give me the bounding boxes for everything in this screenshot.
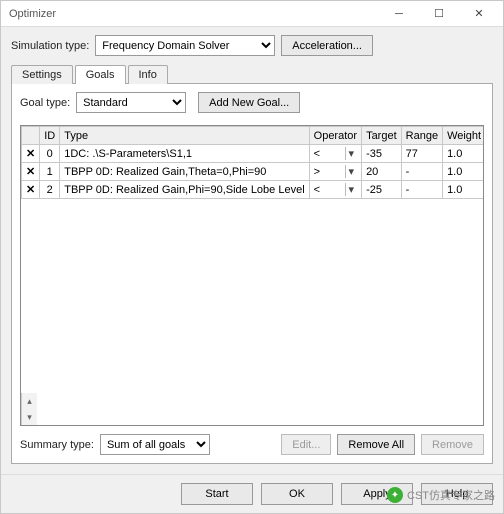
optimizer-window: Optimizer ─ ☐ ✕ Simulation type: Frequen…: [0, 0, 504, 514]
dialog-button-row: Start OK Apply Help: [1, 474, 503, 513]
row-id[interactable]: 2: [40, 181, 60, 199]
start-button[interactable]: Start: [181, 483, 253, 505]
col-range[interactable]: Range: [401, 127, 442, 145]
chevron-down-icon[interactable]: ▾: [345, 183, 358, 196]
col-operator[interactable]: Operator: [309, 127, 361, 145]
ok-button[interactable]: OK: [261, 483, 333, 505]
row-weight[interactable]: 1.0: [443, 145, 484, 163]
operator-value: <: [314, 184, 320, 196]
row-range[interactable]: -: [401, 163, 442, 181]
row-target[interactable]: -35: [362, 145, 402, 163]
table-scrollbar[interactable]: ▴ ▾: [21, 393, 37, 425]
goals-table-container: ID Type Operator Target Range Weight ✕01…: [20, 125, 484, 426]
row-target[interactable]: -25: [362, 181, 402, 199]
goal-type-row: Goal type: Standard Add New Goal...: [20, 92, 484, 113]
col-type[interactable]: Type: [60, 127, 309, 145]
check-icon: ✕: [26, 148, 35, 160]
row-checkbox[interactable]: ✕: [22, 163, 40, 181]
simulation-type-select[interactable]: Frequency Domain Solver: [95, 35, 275, 56]
row-operator[interactable]: >▾: [309, 163, 361, 181]
table-row[interactable]: ✕ 2TBPP 0D: Realized Gain,Phi=90,Side Lob…: [22, 181, 485, 199]
check-icon: ✕: [26, 184, 35, 196]
row-checkbox[interactable]: ✕: [22, 145, 40, 163]
row-target[interactable]: 20: [362, 163, 402, 181]
tab-goals[interactable]: Goals: [75, 65, 126, 84]
window-body: Simulation type: Frequency Domain Solver…: [1, 27, 503, 474]
row-checkbox[interactable]: ✕: [22, 181, 40, 199]
col-id[interactable]: ID: [40, 127, 60, 145]
row-operator[interactable]: <▾: [309, 145, 361, 163]
maximize-button[interactable]: ☐: [419, 1, 459, 26]
apply-button[interactable]: Apply: [341, 483, 413, 505]
tab-settings[interactable]: Settings: [11, 65, 73, 84]
row-type[interactable]: TBPP 0D: Realized Gain,Phi=90,Side Lobe …: [60, 181, 309, 199]
check-icon: ✕: [26, 166, 35, 178]
goals-table-main: ID Type Operator Target Range Weight ✕01…: [21, 126, 483, 393]
simulation-type-label: Simulation type:: [11, 40, 89, 52]
row-weight[interactable]: 1.0: [443, 181, 484, 199]
col-target[interactable]: Target: [362, 127, 402, 145]
remove-all-button[interactable]: Remove All: [337, 434, 415, 455]
operator-value: <: [314, 148, 320, 160]
acceleration-button[interactable]: Acceleration...: [281, 35, 373, 56]
edit-button[interactable]: Edit...: [281, 434, 331, 455]
summary-type-select[interactable]: Sum of all goals: [100, 434, 210, 455]
goal-type-select[interactable]: Standard: [76, 92, 186, 113]
simulation-type-row: Simulation type: Frequency Domain Solver…: [11, 35, 493, 56]
add-new-goal-button[interactable]: Add New Goal...: [198, 92, 300, 113]
summary-row: Summary type: Sum of all goals Edit... R…: [20, 434, 484, 455]
close-button[interactable]: ✕: [459, 1, 499, 26]
tab-bar: Settings Goals Info: [11, 64, 493, 83]
goal-type-label: Goal type:: [20, 97, 70, 109]
row-operator[interactable]: <▾: [309, 181, 361, 199]
goals-table: ID Type Operator Target Range Weight ✕01…: [21, 126, 484, 199]
row-weight[interactable]: 1.0: [443, 163, 484, 181]
row-id[interactable]: 0: [40, 145, 60, 163]
chevron-down-icon[interactable]: ▾: [345, 147, 358, 160]
tab-info[interactable]: Info: [128, 65, 168, 84]
table-header-row: ID Type Operator Target Range Weight: [22, 127, 485, 145]
chevron-down-icon[interactable]: ▾: [345, 165, 358, 178]
summary-type-label: Summary type:: [20, 439, 94, 451]
col-check[interactable]: [22, 127, 40, 145]
goals-panel: Goal type: Standard Add New Goal...: [11, 83, 493, 464]
minimize-button[interactable]: ─: [379, 1, 419, 26]
row-range[interactable]: -: [401, 181, 442, 199]
table-row[interactable]: ✕01DC: .\S-Parameters\S1,1<▾-35771.0: [22, 145, 485, 163]
scroll-up-icon[interactable]: ▴: [22, 393, 37, 409]
col-weight[interactable]: Weight: [443, 127, 484, 145]
table-row[interactable]: ✕1TBPP 0D: Realized Gain,Theta=0,Phi=90>…: [22, 163, 485, 181]
remove-button[interactable]: Remove: [421, 434, 484, 455]
window-title: Optimizer: [9, 8, 379, 20]
row-range[interactable]: 77: [401, 145, 442, 163]
help-button[interactable]: Help: [421, 483, 493, 505]
row-type[interactable]: TBPP 0D: Realized Gain,Theta=0,Phi=90: [60, 163, 309, 181]
titlebar: Optimizer ─ ☐ ✕: [1, 1, 503, 27]
row-id[interactable]: 1: [40, 163, 60, 181]
operator-value: >: [314, 166, 320, 178]
scroll-down-icon[interactable]: ▾: [22, 409, 37, 425]
row-type[interactable]: 1DC: .\S-Parameters\S1,1: [60, 145, 309, 163]
